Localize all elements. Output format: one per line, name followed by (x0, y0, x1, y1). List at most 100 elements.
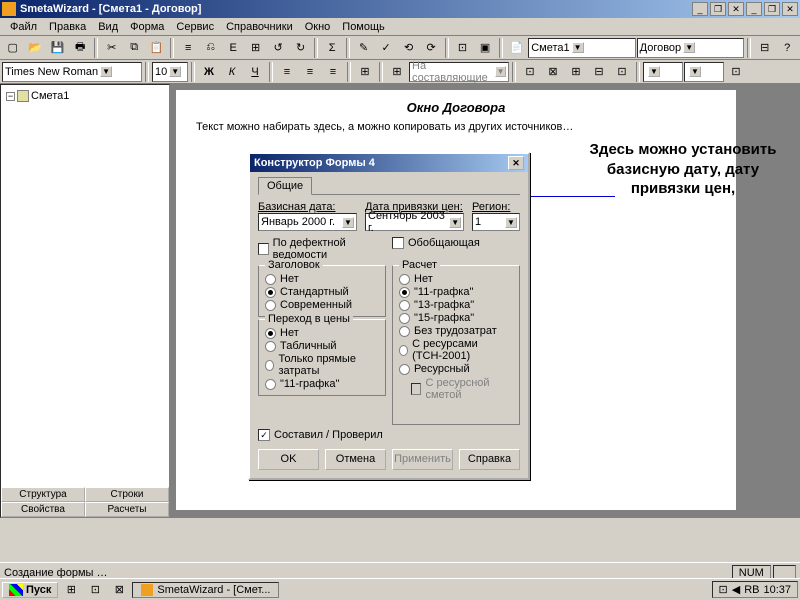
calc-opt-1[interactable]: "11-графка" (399, 286, 513, 298)
chk-general[interactable]: Обобщающая (392, 237, 520, 249)
close-button[interactable]: ✕ (728, 2, 744, 16)
menu-window[interactable]: Окно (299, 20, 337, 34)
chk-signed[interactable]: ✓Составил / Проверил (258, 429, 520, 441)
calc-opt-5[interactable]: С ресурсами (ТСН-2001) (399, 338, 513, 362)
ed-icon-5[interactable]: ⊡ (611, 62, 633, 82)
mdi-close-button[interactable]: ✕ (782, 2, 798, 16)
ed-icon-4[interactable]: ⊟ (588, 62, 610, 82)
calc-opt-3[interactable]: "15-графка" (399, 312, 513, 324)
font-select[interactable]: Times New Roman▼ (2, 62, 142, 82)
calc-opt-0[interactable]: Нет (399, 273, 513, 285)
menu-service[interactable]: Сервис (170, 20, 220, 34)
price-opt-1[interactable]: Табличный (265, 340, 379, 352)
menu-refs[interactable]: Справочники (220, 20, 299, 34)
calc-opt-6[interactable]: Ресурсный (399, 363, 513, 375)
price-opt-0[interactable]: Нет (265, 327, 379, 339)
tool-icon-2[interactable]: ⎌ (200, 38, 222, 58)
start-button[interactable]: Пуск (2, 582, 58, 598)
mdi-restore-button[interactable]: ❐ (764, 2, 780, 16)
size-select[interactable]: 10▼ (152, 62, 188, 82)
apply-button[interactable]: Применить (392, 449, 453, 470)
tool-icon-7[interactable]: Σ (321, 38, 343, 58)
tool-icon-3[interactable]: E (222, 38, 244, 58)
tab-general[interactable]: Общие (258, 177, 312, 195)
ql-icon-3[interactable]: ⊠ (108, 580, 130, 600)
ed-icon-2[interactable]: ⊠ (542, 62, 564, 82)
tool-icon-8[interactable]: ✎ (353, 38, 375, 58)
print-icon[interactable]: 🖶 (70, 38, 92, 58)
cancel-button[interactable]: Отмена (325, 449, 386, 470)
cut-icon[interactable]: ✂ (101, 38, 123, 58)
tool-icon-5[interactable]: ↺ (267, 38, 289, 58)
tab-calcs[interactable]: Расчеты (85, 502, 169, 517)
tool-icon-11[interactable]: ⟳ (420, 38, 442, 58)
tool-icon-4[interactable]: ⊞ (245, 38, 267, 58)
tree-root[interactable]: − Смета1 (5, 89, 165, 103)
menu-file[interactable]: Файл (4, 20, 43, 34)
tray-icon-1[interactable]: ⊡ (719, 583, 728, 596)
doc1-select[interactable]: Смета1▼ (528, 38, 635, 58)
tab-structure[interactable]: Структура (1, 487, 85, 502)
menu-form[interactable]: Форма (124, 20, 170, 34)
underline-button[interactable]: Ч (244, 62, 266, 82)
save-icon[interactable]: 💾 (47, 38, 69, 58)
tool-icon-10[interactable]: ⟲ (398, 38, 420, 58)
tool-icon-15[interactable]: ? (776, 38, 798, 58)
restore-button[interactable]: ❐ (710, 2, 726, 16)
ed-icon-3[interactable]: ⊞ (565, 62, 587, 82)
align-left-icon[interactable]: ≡ (276, 62, 298, 82)
align-right-icon[interactable]: ≡ (322, 62, 344, 82)
new-icon[interactable]: ▢ (2, 38, 24, 58)
bold-button[interactable]: Ж (198, 62, 220, 82)
ql-icon-1[interactable]: ⊞ (60, 580, 82, 600)
tool-icon-9[interactable]: ✓ (375, 38, 397, 58)
price-opt-3[interactable]: "11-графка" (265, 378, 379, 390)
expand-icon[interactable]: − (6, 92, 15, 101)
dialog-close-button[interactable]: ✕ (508, 156, 524, 170)
ed-icon-6[interactable]: ⊡ (725, 62, 747, 82)
tool-icon-6[interactable]: ↻ (290, 38, 312, 58)
menu-view[interactable]: Вид (92, 20, 124, 34)
tab-props[interactable]: Свойства (1, 502, 85, 517)
paste-icon[interactable]: 📋 (146, 38, 168, 58)
ed-select-1[interactable]: ▼ (643, 62, 683, 82)
ok-button[interactable]: OK (258, 449, 319, 470)
minimize-button[interactable]: _ (692, 2, 708, 16)
chk-defect[interactable]: По дефектной ведомости (258, 237, 386, 261)
copy-icon[interactable]: ⧉ (123, 38, 145, 58)
bind-date-select[interactable]: Сентябрь 2003 г.▼ (365, 213, 464, 231)
tool-icon-12[interactable]: ⊡ (452, 38, 474, 58)
open-icon[interactable]: 📂 (25, 38, 47, 58)
chevron-down-icon: ▼ (683, 42, 695, 53)
hdr-opt-0[interactable]: Нет (265, 273, 379, 285)
tool-icon-1[interactable]: ≡ (177, 38, 199, 58)
tray-icon-2[interactable]: ◀ (732, 583, 740, 596)
tool-icon-14[interactable]: ⊟ (754, 38, 776, 58)
doc-icon[interactable]: 📄 (506, 38, 528, 58)
calc-opt-4[interactable]: Без трудозатрат (399, 325, 513, 337)
tree-icon[interactable]: ⊞ (354, 62, 376, 82)
taskbar-app[interactable]: SmetaWizard - [Смет... (132, 582, 279, 598)
calc-opt-2[interactable]: "13-графка" (399, 299, 513, 311)
hdr-opt-2[interactable]: Современный (265, 299, 379, 311)
lang-indicator[interactable]: RB (744, 584, 759, 596)
align-center-icon[interactable]: ≡ (299, 62, 321, 82)
menu-edit[interactable]: Правка (43, 20, 92, 34)
group-header: Заголовок Нет Стандартный Современный (258, 265, 386, 317)
doc2-select[interactable]: Договор▼ (637, 38, 744, 58)
region-select[interactable]: 1▼ (472, 213, 520, 231)
split-select[interactable]: На составляющие▼ (409, 62, 509, 82)
table-icon[interactable]: ⊞ (386, 62, 408, 82)
ql-icon-2[interactable]: ⊡ (84, 580, 106, 600)
ed-icon-1[interactable]: ⊡ (519, 62, 541, 82)
hdr-opt-1[interactable]: Стандартный (265, 286, 379, 298)
help-button[interactable]: Справка (459, 449, 520, 470)
base-date-select[interactable]: Январь 2000 г.▼ (258, 213, 357, 231)
mdi-minimize-button[interactable]: _ (746, 2, 762, 16)
tab-rows[interactable]: Строки (85, 487, 169, 502)
italic-button[interactable]: К (221, 62, 243, 82)
menu-help[interactable]: Помощь (336, 20, 391, 34)
ed-select-2[interactable]: ▼ (684, 62, 724, 82)
tool-icon-13[interactable]: ▣ (474, 38, 496, 58)
price-opt-2[interactable]: Только прямые затраты (265, 353, 379, 377)
